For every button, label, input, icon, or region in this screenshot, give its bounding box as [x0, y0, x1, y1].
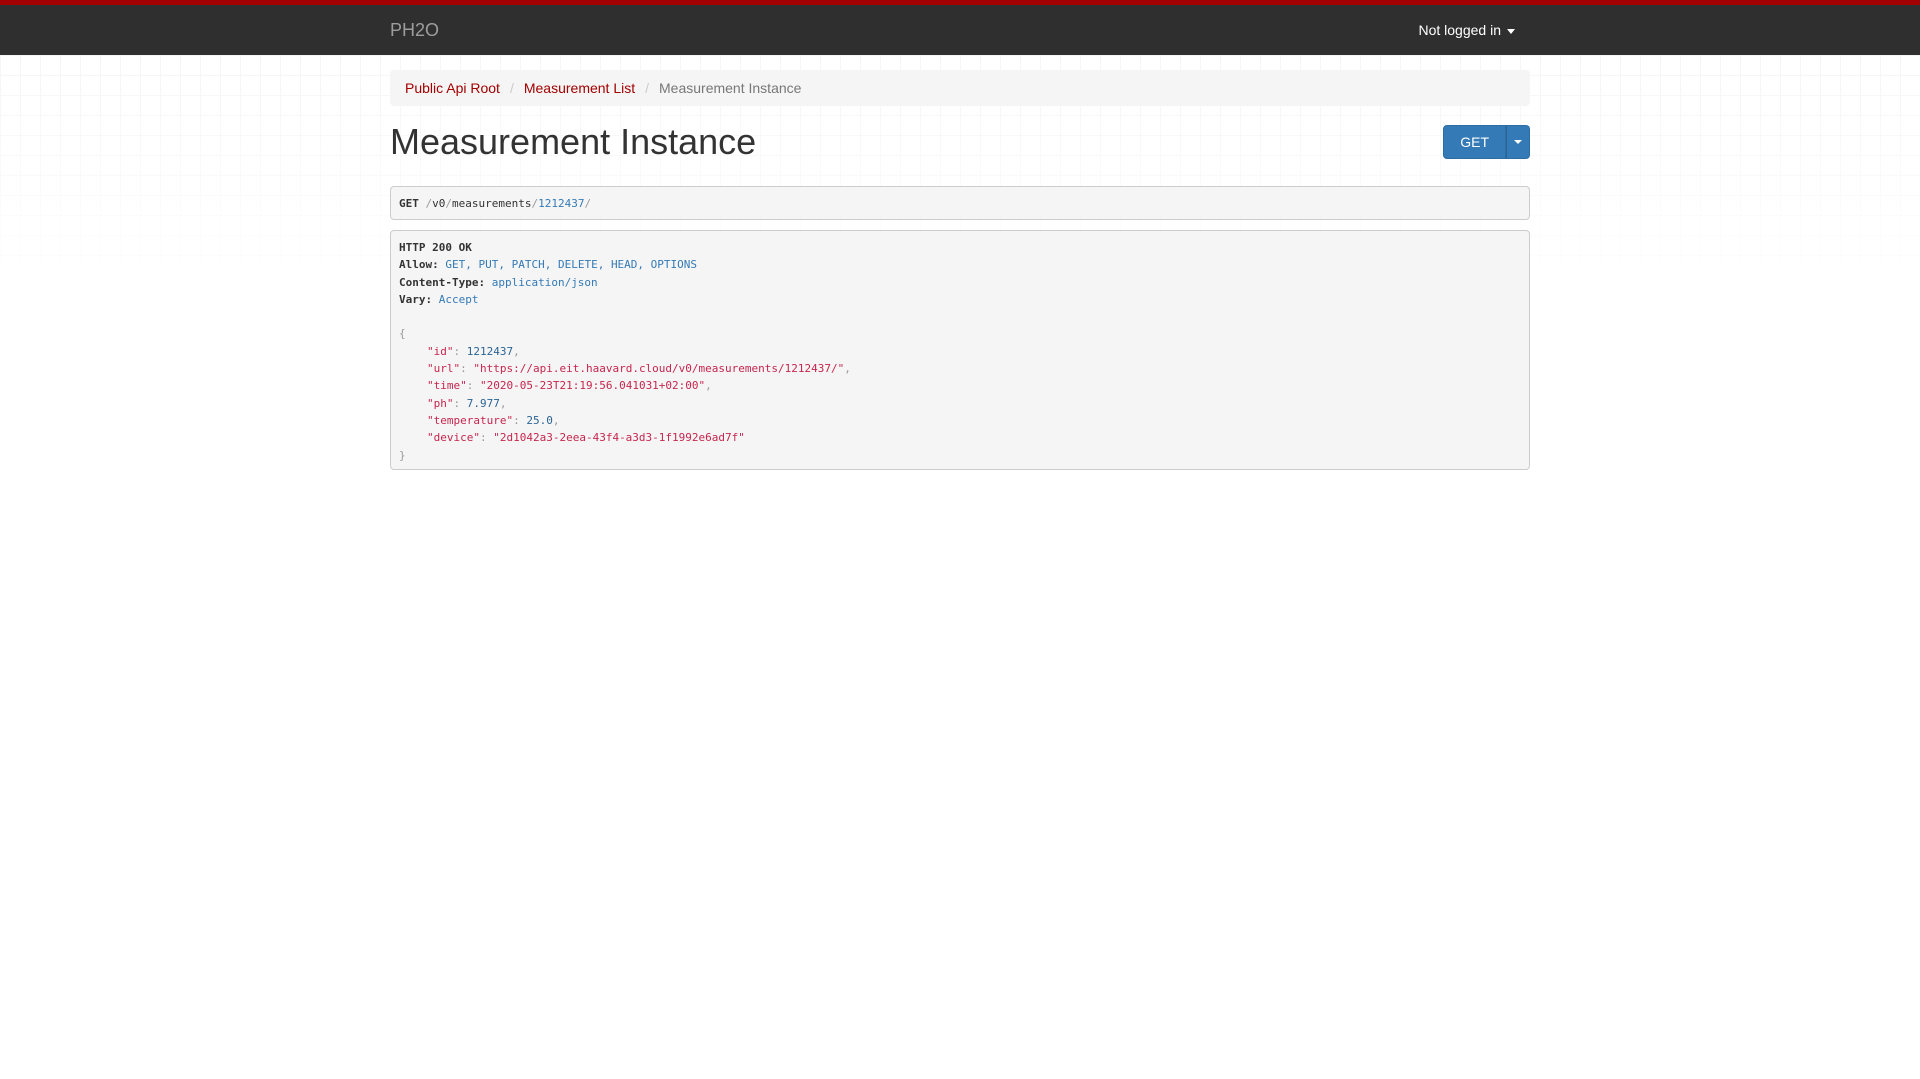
user-menu-dropdown[interactable]: Not logged in [1418, 22, 1515, 38]
format-dropdown-toggle[interactable] [1506, 125, 1530, 159]
breadcrumb: Public Api Root / Measurement List / Mea… [390, 70, 1530, 106]
json-key: "temperature" [427, 413, 514, 427]
json-key: "time" [427, 379, 467, 393]
main-content: Public Api Root / Measurement List / Mea… [390, 70, 1530, 470]
caret-down-icon [1514, 140, 1522, 144]
path-segment[interactable]: measurements [452, 197, 531, 210]
header-value: application/json [491, 275, 598, 289]
page-title: Measurement Instance [390, 121, 757, 162]
get-button-group: GET [1443, 125, 1530, 159]
request-method: GET [399, 196, 419, 210]
json-key: "ph" [427, 396, 454, 410]
path-segment[interactable]: 1212437 [538, 197, 584, 210]
json-key: "url" [427, 362, 461, 376]
response-info: HTTP 200 OK Allow: GET, PUT, PATCH, DELE… [390, 230, 1530, 470]
breadcrumb-current: Measurement Instance [659, 80, 802, 96]
brand-link[interactable]: PH2O [390, 20, 439, 41]
response-status: HTTP 200 OK [399, 241, 472, 254]
json-value: "2d1042a3-2eea-43f4-a3d3-1f1992e6ad7f" [493, 431, 745, 445]
header-value: Accept [438, 292, 479, 306]
get-button[interactable]: GET [1443, 125, 1506, 159]
user-menu-label: Not logged in [1418, 22, 1501, 38]
header-name: Allow: [399, 258, 439, 272]
json-value: 7.977 [466, 396, 500, 410]
path-segment[interactable]: v0 [432, 197, 445, 210]
navbar: PH2O Not logged in [0, 5, 1920, 55]
breadcrumb-separator: / [509, 80, 514, 96]
header-name: Content-Type: [399, 275, 486, 289]
page-header: Measurement Instance GET [390, 120, 1530, 184]
json-open-brace: { [399, 327, 406, 341]
json-key: "id" [427, 344, 454, 358]
breadcrumb-measurement-list[interactable]: Measurement List [524, 80, 635, 96]
json-key: "device" [427, 431, 480, 445]
json-close-brace: } [399, 448, 406, 462]
caret-down-icon [1507, 28, 1515, 34]
json-value: 1212437 [466, 344, 514, 358]
request-info: GET / v0/measurements/1212437/ [390, 186, 1530, 220]
json-value-link[interactable]: "https://api.eit.haavard.cloud/v0/measur… [473, 362, 844, 375]
breadcrumb-public-api-root[interactable]: Public Api Root [405, 80, 500, 96]
header-name: Vary: [399, 292, 433, 306]
header-value: GET, PUT, PATCH, DELETE, HEAD, OPTIONS [445, 258, 698, 272]
json-value: 25.0 [526, 413, 553, 427]
json-value: "2020-05-23T21:19:56.041031+02:00" [480, 379, 706, 393]
breadcrumb-separator: / [645, 80, 650, 96]
